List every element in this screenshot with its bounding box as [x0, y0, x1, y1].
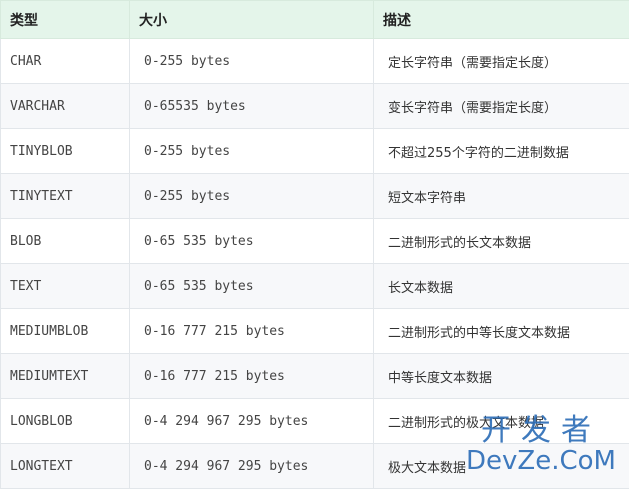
header-size: 大小 [130, 1, 374, 39]
cell-size: 0-4 294 967 295 bytes [130, 399, 374, 444]
cell-size: 0-255 bytes [130, 129, 374, 174]
cell-type: LONGTEXT [1, 444, 130, 489]
cell-type: BLOB [1, 219, 130, 264]
cell-size: 0-16 777 215 bytes [130, 354, 374, 399]
cell-description: 二进制形式的长文本数据 [374, 219, 629, 264]
cell-description: 变长字符串（需要指定长度） [374, 84, 629, 129]
cell-description: 极大文本数据 [374, 444, 629, 489]
table-row: BLOB 0-65 535 bytes 二进制形式的长文本数据 [1, 219, 629, 264]
cell-description: 短文本字符串 [374, 174, 629, 219]
cell-description: 二进制形式的中等长度文本数据 [374, 309, 629, 354]
table-header-row: 类型 大小 描述 [1, 1, 629, 39]
cell-type: CHAR [1, 39, 130, 84]
header-type: 类型 [1, 1, 130, 39]
table-row: MEDIUMBLOB 0-16 777 215 bytes 二进制形式的中等长度… [1, 309, 629, 354]
cell-description: 中等长度文本数据 [374, 354, 629, 399]
table-row: LONGTEXT 0-4 294 967 295 bytes 极大文本数据 [1, 444, 629, 489]
cell-type: VARCHAR [1, 84, 130, 129]
cell-description: 长文本数据 [374, 264, 629, 309]
cell-type: TINYTEXT [1, 174, 130, 219]
cell-size: 0-255 bytes [130, 174, 374, 219]
cell-size: 0-4 294 967 295 bytes [130, 444, 374, 489]
header-description: 描述 [374, 1, 629, 39]
cell-type: TEXT [1, 264, 130, 309]
table-row: TINYBLOB 0-255 bytes 不超过255个字符的二进制数据 [1, 129, 629, 174]
table-row: TEXT 0-65 535 bytes 长文本数据 [1, 264, 629, 309]
table-row: LONGBLOB 0-4 294 967 295 bytes 二进制形式的极大文… [1, 399, 629, 444]
cell-size: 0-65535 bytes [130, 84, 374, 129]
cell-description: 二进制形式的极大文本数据 [374, 399, 629, 444]
data-types-table: 类型 大小 描述 CHAR 0-255 bytes 定长字符串（需要指定长度） … [0, 0, 629, 489]
table-row: CHAR 0-255 bytes 定长字符串（需要指定长度） [1, 39, 629, 84]
cell-type: TINYBLOB [1, 129, 130, 174]
cell-size: 0-255 bytes [130, 39, 374, 84]
cell-type: MEDIUMBLOB [1, 309, 130, 354]
table-row: MEDIUMTEXT 0-16 777 215 bytes 中等长度文本数据 [1, 354, 629, 399]
cell-size: 0-65 535 bytes [130, 219, 374, 264]
table-row: VARCHAR 0-65535 bytes 变长字符串（需要指定长度） [1, 84, 629, 129]
cell-type: LONGBLOB [1, 399, 130, 444]
table-row: TINYTEXT 0-255 bytes 短文本字符串 [1, 174, 629, 219]
cell-size: 0-16 777 215 bytes [130, 309, 374, 354]
cell-description: 不超过255个字符的二进制数据 [374, 129, 629, 174]
cell-type: MEDIUMTEXT [1, 354, 130, 399]
cell-size: 0-65 535 bytes [130, 264, 374, 309]
cell-description: 定长字符串（需要指定长度） [374, 39, 629, 84]
